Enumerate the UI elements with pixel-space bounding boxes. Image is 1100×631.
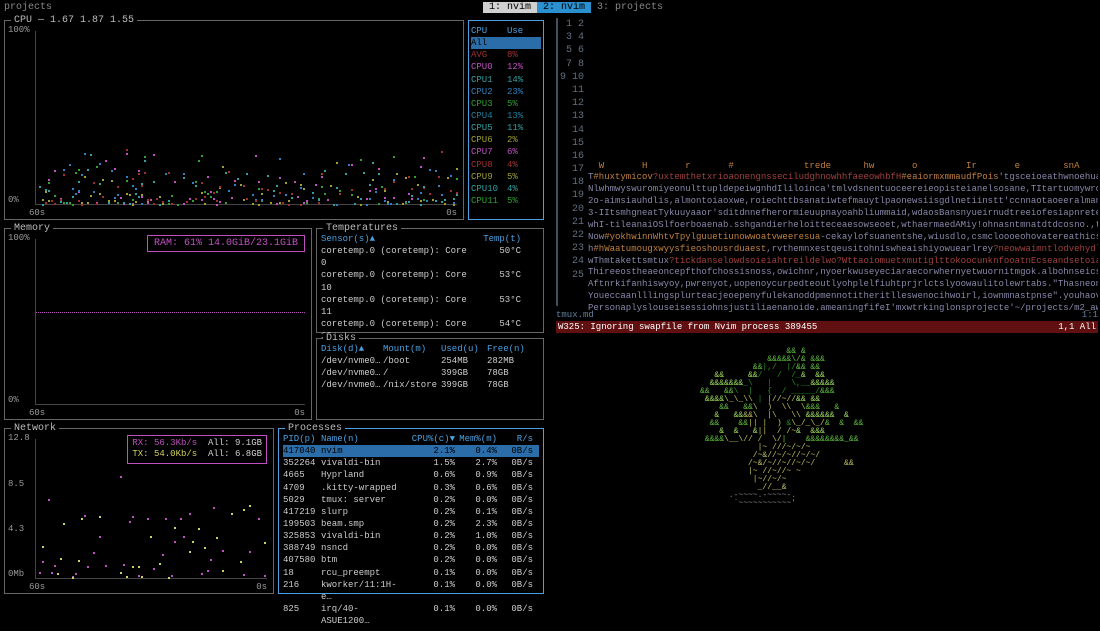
disk-row[interactable]: /dev/nvme0…/399GB78GB: [321, 367, 539, 379]
temperatures-panel[interactable]: Temperatures Sensor(s)▲Temp(t)coretemp.0…: [316, 228, 544, 333]
cpu-row-cpu8[interactable]: CPU84%: [471, 159, 541, 171]
disk-row[interactable]: /dev/nvme0…/boot254MB282MB: [321, 355, 539, 367]
procs-label: Processes: [285, 423, 345, 434]
nvim-buffer[interactable]: W H r # trede hw o Ir e snA m e i m T#hu…: [588, 18, 1098, 315]
process-row[interactable]: 825irq/40-ASUE1200…0.1%0.0%0B/s: [283, 603, 539, 627]
cpu-row-cpu5[interactable]: CPU511%: [471, 122, 541, 134]
process-row[interactable]: 4709.kitty-wrapped0.3%0.6%0B/s: [283, 482, 539, 494]
temp-row[interactable]: coretemp.0 (coretemp): Core 1153°C: [321, 294, 539, 318]
process-row[interactable]: 417040nvim2.1%0.4%0B/s: [283, 445, 539, 457]
cpu-row-avg[interactable]: AVG8%: [471, 49, 541, 61]
process-row[interactable]: 199503beam.smp0.2%2.3%0B/s: [283, 518, 539, 530]
nvim-filename: tmux.md 1:1: [556, 310, 1098, 320]
cpu-row-all[interactable]: All: [471, 37, 541, 49]
temps-label: Temperatures: [323, 223, 401, 234]
process-row[interactable]: 216kworker/11:1H-e…0.1%0.0%0B/s: [283, 579, 539, 603]
cpu-ymin: 0%: [8, 195, 19, 205]
cpu-xright: 0s: [446, 208, 457, 218]
process-row[interactable]: 4665Hyprland0.6%0.9%0B/s: [283, 469, 539, 481]
cpu-chart-panel[interactable]: CPU — 1.67 1.87 1.55 100% 0% 60s 0s: [4, 20, 464, 220]
disk-row[interactable]: /dev/nvme0…/nix/store399GB78GB: [321, 379, 539, 391]
process-row[interactable]: 388749nsncd0.2%0.0%0B/s: [283, 542, 539, 554]
cpu-row-cpu7[interactable]: CPU76%: [471, 146, 541, 158]
cpu-chart-area: [35, 31, 457, 205]
cpu-row-cpu4[interactable]: CPU413%: [471, 110, 541, 122]
temp-row[interactable]: coretemp.0 (coretemp): Core 050°C: [321, 245, 539, 269]
cpu-row-cpu6[interactable]: CPU62%: [471, 134, 541, 146]
tab-1[interactable]: 1: nvim: [483, 2, 537, 13]
cpu-row-cpu11[interactable]: CPU115%: [471, 195, 541, 207]
process-row[interactable]: 5029tmux: server0.2%0.0%0B/s: [283, 494, 539, 506]
processes-panel[interactable]: Processes PID(p)Name(n)CPU%(c)▼Mem%(m)R/…: [278, 428, 544, 594]
cpu-row-cpu3[interactable]: CPU35%: [471, 98, 541, 110]
temp-row[interactable]: coretemp.0 (coretemp): Core 1053°C: [321, 269, 539, 293]
cpu-row-cpu10[interactable]: CPU104%: [471, 183, 541, 195]
disks-label: Disks: [323, 333, 359, 344]
cpu-row-cpu1[interactable]: CPU114%: [471, 74, 541, 86]
cpu-row-cpu0[interactable]: CPU012%: [471, 61, 541, 73]
cpu-row-cpu9[interactable]: CPU95%: [471, 171, 541, 183]
network-chart-area: [35, 439, 267, 579]
disks-panel[interactable]: Disks Disk(d)▲Mount(m)Used(u)Free(n)/dev…: [316, 338, 544, 420]
tab-2-active[interactable]: 2: nvim: [537, 2, 591, 13]
process-row[interactable]: 417219slurp0.2%0.1%0B/s: [283, 506, 539, 518]
process-row[interactable]: 352264vivaldi-bin1.5%2.7%0B/s: [283, 457, 539, 469]
memory-chart-area: [35, 239, 305, 405]
cpu-row-cpu2[interactable]: CPU223%: [471, 86, 541, 98]
tmux-status-bar: projects 1: nvim 2: nvim 3: projects: [0, 0, 1100, 14]
cpu-ymax: 100%: [8, 25, 30, 35]
session-name: projects: [0, 2, 52, 13]
process-row[interactable]: 18rcu_preempt0.1%0.0%0B/s: [283, 567, 539, 579]
network-panel[interactable]: Network RX: 56.3Kb/s All: 9.1GB TX: 54.0…: [4, 428, 274, 594]
process-row[interactable]: 325853vivaldi-bin0.2%1.0%0B/s: [283, 530, 539, 542]
bonsai-ascii-art: && & &&&&&\/& &&& &&|,/ |/&& && && &&/ /…: [700, 340, 863, 508]
nvim-warning-bar: W325: Ignoring swapfile from Nvim proces…: [556, 321, 1098, 333]
cpu-xleft: 60s: [29, 208, 45, 218]
memory-panel[interactable]: Memory RAM: 61% 14.0GiB/23.1GiB 100% 0% …: [4, 228, 312, 420]
process-row[interactable]: 407580btm0.2%0.0%0B/s: [283, 554, 539, 566]
nvim-line-numbers: 1 2 3 4 5 6 7 8 9 10 11 12 13 14 15 16 1…: [556, 18, 584, 282]
cpu-list-panel[interactable]: CPUUseAllAVG8%CPU012%CPU114%CPU223%CPU35…: [468, 20, 544, 220]
tab-3[interactable]: 3: projects: [591, 2, 669, 13]
